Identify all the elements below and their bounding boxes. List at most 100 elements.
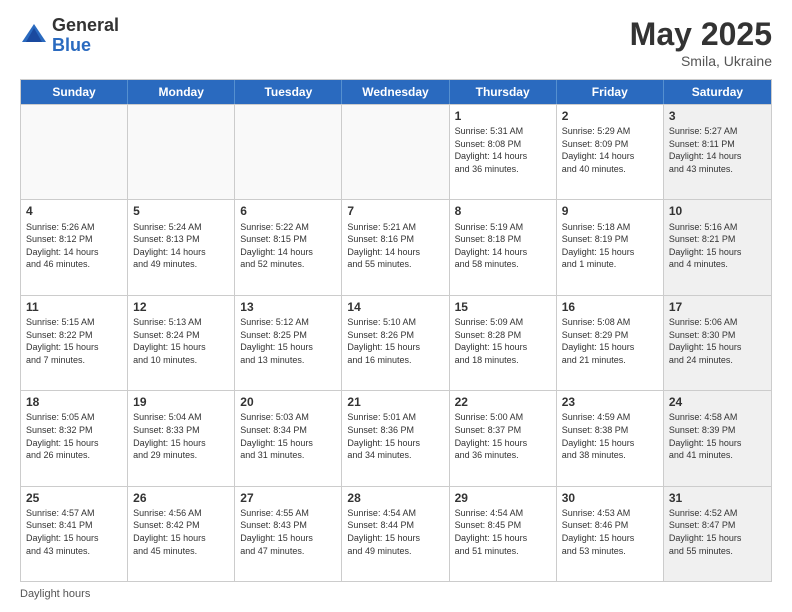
calendar-title: May 2025 [630,16,772,53]
cal-cell-1-7: 3Sunrise: 5:27 AM Sunset: 8:11 PM Daylig… [664,105,771,199]
cal-cell-3-1: 11Sunrise: 5:15 AM Sunset: 8:22 PM Dayli… [21,296,128,390]
cell-info: Sunrise: 5:06 AM Sunset: 8:30 PM Dayligh… [669,316,766,366]
cal-cell-5-2: 26Sunrise: 4:56 AM Sunset: 8:42 PM Dayli… [128,487,235,581]
day-number: 6 [240,203,336,219]
cal-cell-2-7: 10 Sunrise: 5:16 AM Sunset: 8:21 PM Dayli… [664,200,771,294]
cal-cell-1-4 [342,105,449,199]
cal-cell-4-7: 24Sunrise: 4:58 AM Sunset: 8:39 PM Dayli… [664,391,771,485]
cell-info: Sunrise: 5:03 AM Sunset: 8:34 PM Dayligh… [240,411,336,461]
day-number: 20 [240,394,336,410]
day-number: 16 [562,299,658,315]
cell-info: Sunrise: 4:52 AM Sunset: 8:47 PM Dayligh… [669,507,766,557]
day-number: 11 [26,299,122,315]
day-number: 15 [455,299,551,315]
day-number: 17 [669,299,766,315]
cell-info: Sunrise: 4:55 AM Sunset: 8:43 PM Dayligh… [240,507,336,557]
cell-info: Sunrise: 5:31 AM Sunset: 8:08 PM Dayligh… [455,125,551,175]
cal-cell-5-6: 30Sunrise: 4:53 AM Sunset: 8:46 PM Dayli… [557,487,664,581]
cal-cell-3-5: 15Sunrise: 5:09 AM Sunset: 8:28 PM Dayli… [450,296,557,390]
logo: General Blue [20,16,119,56]
day-number: 1 [455,108,551,124]
cal-cell-5-1: 25Sunrise: 4:57 AM Sunset: 8:41 PM Dayli… [21,487,128,581]
cal-cell-3-7: 17Sunrise: 5:06 AM Sunset: 8:30 PM Dayli… [664,296,771,390]
daylight-label: Daylight hours [20,588,90,600]
cell-info: Sunrise: 5:16 AM Sunset: 8:21 PM Dayligh… [669,221,766,271]
cal-cell-2-1: 4Sunrise: 5:26 AM Sunset: 8:12 PM Daylig… [21,200,128,294]
cal-week-1: 1Sunrise: 5:31 AM Sunset: 8:08 PM Daylig… [21,104,771,199]
cell-info: Sunrise: 5:27 AM Sunset: 8:11 PM Dayligh… [669,125,766,175]
header-thursday: Thursday [450,80,557,104]
calendar-body: 1Sunrise: 5:31 AM Sunset: 8:08 PM Daylig… [21,104,771,581]
cal-cell-4-5: 22Sunrise: 5:00 AM Sunset: 8:37 PM Dayli… [450,391,557,485]
cell-info: Sunrise: 4:53 AM Sunset: 8:46 PM Dayligh… [562,507,658,557]
cal-cell-3-2: 12Sunrise: 5:13 AM Sunset: 8:24 PM Dayli… [128,296,235,390]
day-number: 24 [669,394,766,410]
cell-info: Sunrise: 5:12 AM Sunset: 8:25 PM Dayligh… [240,316,336,366]
day-number: 12 [133,299,229,315]
cal-cell-1-1 [21,105,128,199]
cell-info: Sunrise: 5:21 AM Sunset: 8:16 PM Dayligh… [347,221,443,271]
cell-info: Sunrise: 5:18 AM Sunset: 8:19 PM Dayligh… [562,221,658,271]
cell-info: Sunrise: 5:22 AM Sunset: 8:15 PM Dayligh… [240,221,336,271]
header-saturday: Saturday [664,80,771,104]
cal-cell-1-5: 1Sunrise: 5:31 AM Sunset: 8:08 PM Daylig… [450,105,557,199]
calendar-location: Smila, Ukraine [630,53,772,69]
footer: Daylight hours [20,588,772,600]
cal-cell-5-5: 29Sunrise: 4:54 AM Sunset: 8:45 PM Dayli… [450,487,557,581]
cell-info: Sunrise: 5:08 AM Sunset: 8:29 PM Dayligh… [562,316,658,366]
header-monday: Monday [128,80,235,104]
cell-info: Sunrise: 4:59 AM Sunset: 8:38 PM Dayligh… [562,411,658,461]
cal-cell-5-4: 28Sunrise: 4:54 AM Sunset: 8:44 PM Dayli… [342,487,449,581]
cal-cell-4-2: 19Sunrise: 5:04 AM Sunset: 8:33 PM Dayli… [128,391,235,485]
day-number: 25 [26,490,122,506]
cal-cell-3-3: 13Sunrise: 5:12 AM Sunset: 8:25 PM Dayli… [235,296,342,390]
cal-cell-3-4: 14Sunrise: 5:10 AM Sunset: 8:26 PM Dayli… [342,296,449,390]
cell-info: Sunrise: 4:58 AM Sunset: 8:39 PM Dayligh… [669,411,766,461]
cal-cell-4-6: 23Sunrise: 4:59 AM Sunset: 8:38 PM Dayli… [557,391,664,485]
cal-cell-2-3: 6 Sunrise: 5:22 AM Sunset: 8:15 PM Daylig… [235,200,342,294]
header-tuesday: Tuesday [235,80,342,104]
logo-icon [20,22,48,50]
day-number: 21 [347,394,443,410]
cal-cell-2-2: 5Sunrise: 5:24 AM Sunset: 8:13 PM Daylig… [128,200,235,294]
day-number: 22 [455,394,551,410]
cell-info: Sunrise: 5:09 AM Sunset: 8:28 PM Dayligh… [455,316,551,366]
cell-info: Sunrise: 5:13 AM Sunset: 8:24 PM Dayligh… [133,316,229,366]
day-number: 26 [133,490,229,506]
cal-cell-4-1: 18Sunrise: 5:05 AM Sunset: 8:32 PM Dayli… [21,391,128,485]
cell-info: Sunrise: 5:29 AM Sunset: 8:09 PM Dayligh… [562,125,658,175]
title-block: May 2025 Smila, Ukraine [630,16,772,69]
day-number: 23 [562,394,658,410]
header-sunday: Sunday [21,80,128,104]
header-wednesday: Wednesday [342,80,449,104]
cell-info: Sunrise: 4:54 AM Sunset: 8:45 PM Dayligh… [455,507,551,557]
cell-info: Sunrise: 5:01 AM Sunset: 8:36 PM Dayligh… [347,411,443,461]
cell-info: Sunrise: 5:10 AM Sunset: 8:26 PM Dayligh… [347,316,443,366]
cell-info: Sunrise: 5:05 AM Sunset: 8:32 PM Dayligh… [26,411,122,461]
cell-info: Sunrise: 5:15 AM Sunset: 8:22 PM Dayligh… [26,316,122,366]
logo-general-text: General [52,16,119,36]
day-number: 18 [26,394,122,410]
day-number: 31 [669,490,766,506]
day-number: 30 [562,490,658,506]
day-number: 13 [240,299,336,315]
cal-cell-5-7: 31Sunrise: 4:52 AM Sunset: 8:47 PM Dayli… [664,487,771,581]
cell-info: Sunrise: 5:00 AM Sunset: 8:37 PM Dayligh… [455,411,551,461]
day-number: 28 [347,490,443,506]
cal-cell-2-6: 9Sunrise: 5:18 AM Sunset: 8:19 PM Daylig… [557,200,664,294]
cal-cell-4-4: 21Sunrise: 5:01 AM Sunset: 8:36 PM Dayli… [342,391,449,485]
day-number: 2 [562,108,658,124]
day-number: 10 [669,203,766,219]
cal-cell-3-6: 16Sunrise: 5:08 AM Sunset: 8:29 PM Dayli… [557,296,664,390]
cal-week-2: 4Sunrise: 5:26 AM Sunset: 8:12 PM Daylig… [21,199,771,294]
cal-cell-4-3: 20Sunrise: 5:03 AM Sunset: 8:34 PM Dayli… [235,391,342,485]
day-number: 19 [133,394,229,410]
calendar-header: Sunday Monday Tuesday Wednesday Thursday… [21,80,771,104]
day-number: 29 [455,490,551,506]
day-number: 3 [669,108,766,124]
cal-cell-1-3 [235,105,342,199]
day-number: 14 [347,299,443,315]
day-number: 4 [26,203,122,219]
cal-week-5: 25Sunrise: 4:57 AM Sunset: 8:41 PM Dayli… [21,486,771,581]
cal-cell-1-6: 2Sunrise: 5:29 AM Sunset: 8:09 PM Daylig… [557,105,664,199]
